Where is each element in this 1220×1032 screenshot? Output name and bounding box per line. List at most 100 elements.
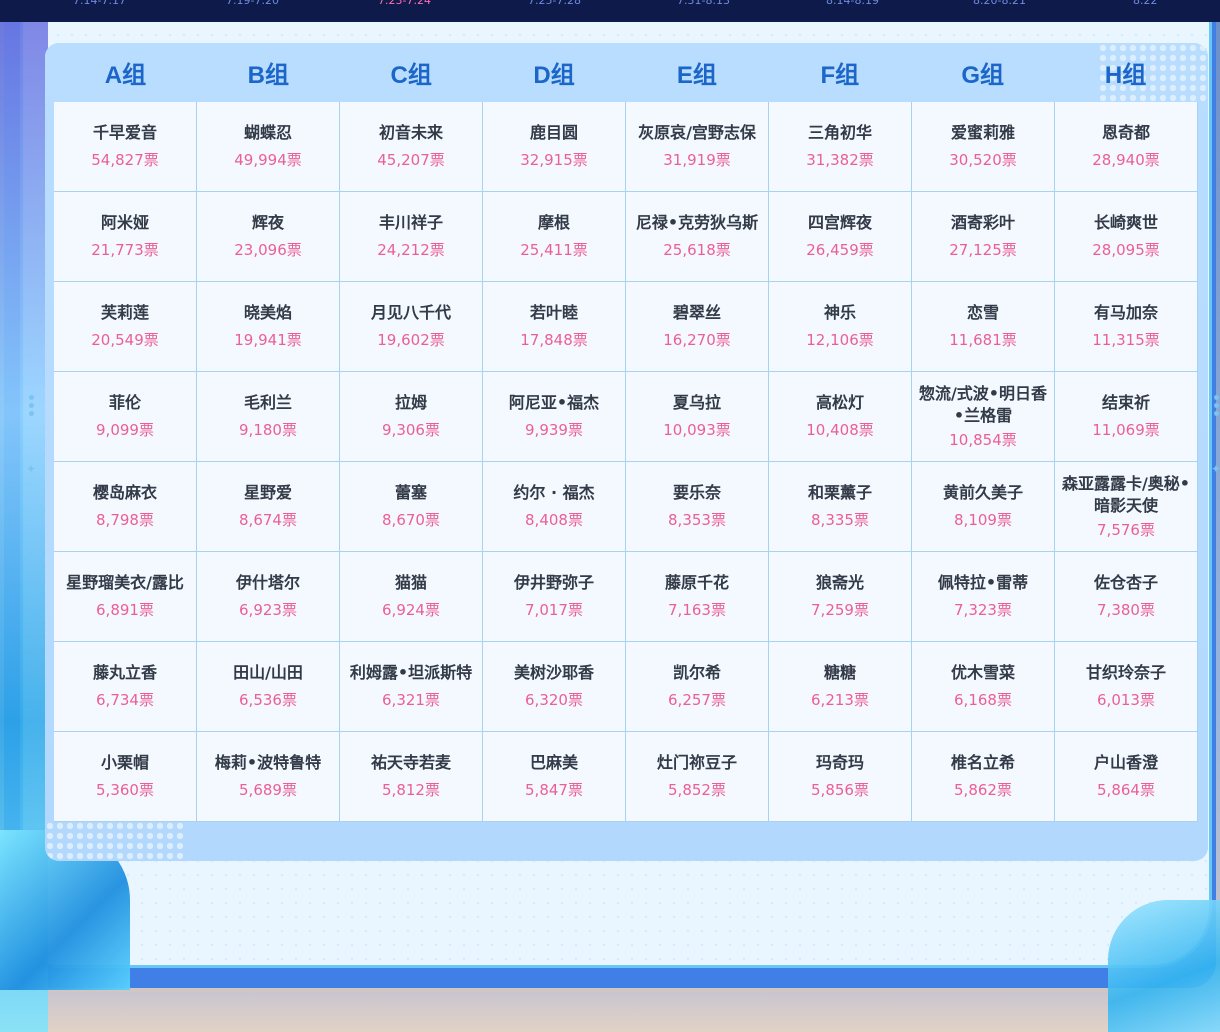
character-vote-grid: 千早爱音 54,827票 蝴蝶忍 49,994票 初音未来 45,207票 鹿目圆 32,91… xyxy=(54,102,1198,822)
character-cell: 酒寄彩叶 27,125票 xyxy=(912,192,1055,282)
character-name: 芙莉莲 xyxy=(100,303,149,322)
decor-dot xyxy=(1214,411,1219,416)
vote-count: 8,798票 xyxy=(96,511,154,529)
character-cell: 玛奇玛 5,856票 xyxy=(769,732,912,822)
character-cell: 拉姆 9,306票 xyxy=(340,372,483,462)
character-cell: 蝴蝶忍 49,994票 xyxy=(197,102,340,192)
character-cell: 小栗帽 5,360票 xyxy=(54,732,197,822)
character-name: 和栗薰子 xyxy=(807,483,872,502)
decor-dot xyxy=(29,403,34,408)
character-cell: 樱岛麻衣 8,798票 xyxy=(54,462,197,552)
character-name: 三角初华 xyxy=(807,123,872,142)
character-name: 月见八千代 xyxy=(370,303,451,322)
vote-count: 10,408票 xyxy=(806,421,874,439)
timeline-date[interactable]: 7.19-7.20 xyxy=(226,0,279,7)
character-name: 猫猫 xyxy=(394,573,427,592)
timeline-date[interactable]: 8.14-8.19 xyxy=(826,0,879,7)
vote-count: 6,168票 xyxy=(954,691,1012,709)
character-cell: 长崎爽世 28,095票 xyxy=(1055,192,1198,282)
decor-dots xyxy=(45,821,185,861)
character-name: 恩奇都 xyxy=(1101,123,1150,142)
vote-count: 10,093票 xyxy=(663,421,731,439)
vote-count: 32,915票 xyxy=(520,151,588,169)
character-name: 鹿目圆 xyxy=(529,123,578,142)
character-cell: 阿米娅 21,773票 xyxy=(54,192,197,282)
decor-dot xyxy=(29,395,34,400)
character-name: 田山/山田 xyxy=(233,663,303,682)
character-name: 伊什塔尔 xyxy=(235,573,300,592)
vote-count: 8,674票 xyxy=(239,511,297,529)
vote-count: 8,353票 xyxy=(668,511,726,529)
character-cell: 结束祈 11,069票 xyxy=(1055,372,1198,462)
character-cell: 初音未来 45,207票 xyxy=(340,102,483,192)
character-name: 椎名立希 xyxy=(950,753,1015,772)
timeline-date[interactable]: 7.25-7.28 xyxy=(528,0,581,7)
character-cell: 爱蜜莉雅 30,520票 xyxy=(912,102,1055,192)
vote-count: 28,095票 xyxy=(1092,241,1160,259)
vote-count: 5,862票 xyxy=(954,781,1012,799)
vote-count: 7,163票 xyxy=(668,601,726,619)
character-cell: 椎名立希 5,862票 xyxy=(912,732,1055,822)
group-header-h: H组 xyxy=(1104,62,1147,89)
character-cell: 森亚露露卡/奥秘•暗影天使 7,576票 xyxy=(1055,462,1198,552)
vote-count: 11,681票 xyxy=(949,331,1017,349)
character-name: 祐天寺若麦 xyxy=(370,753,451,772)
timeline-date[interactable]: 7.31-8.13 xyxy=(677,0,730,7)
vote-count: 7,323票 xyxy=(954,601,1012,619)
character-name: 要乐奈 xyxy=(672,483,721,502)
character-cell: 户山香澄 5,864票 xyxy=(1055,732,1198,822)
character-cell: 神乐 12,106票 xyxy=(769,282,912,372)
timeline-date[interactable]: 7.23-7.24 xyxy=(378,0,431,7)
character-cell: 有马加奈 11,315票 xyxy=(1055,282,1198,372)
timeline-date[interactable]: 8.20-8.21 xyxy=(973,0,1026,7)
character-name: 狼斋光 xyxy=(815,573,864,592)
character-cell: 藤丸立香 6,734票 xyxy=(54,642,197,732)
group-header-row: A组 B组 C组 D组 E组 F组 G组 H组 xyxy=(54,43,1197,102)
vote-count: 19,602票 xyxy=(377,331,445,349)
character-cell: 夏乌拉 10,093票 xyxy=(626,372,769,462)
vote-count: 10,854票 xyxy=(949,430,1017,449)
character-cell: 高松灯 10,408票 xyxy=(769,372,912,462)
decor-dot xyxy=(1214,395,1219,400)
character-name: 丰川祥子 xyxy=(378,213,443,232)
character-cell: 灰原哀/宫野志保 31,919票 xyxy=(626,102,769,192)
vote-count: 5,852票 xyxy=(668,781,726,799)
character-name: 玛奇玛 xyxy=(815,753,864,772)
character-name: 糖糖 xyxy=(823,663,856,682)
vote-count: 28,940票 xyxy=(1092,151,1160,169)
character-cell: 碧翠丝 16,270票 xyxy=(626,282,769,372)
character-name: 佐仓杏子 xyxy=(1093,573,1158,592)
group-header-a: A组 xyxy=(104,62,147,89)
decorative-ribbon-bottom-right xyxy=(1108,900,1220,1032)
character-name: 灶门祢豆子 xyxy=(656,753,737,772)
vote-count: 30,520票 xyxy=(949,151,1017,169)
character-name: 蝴蝶忍 xyxy=(243,123,292,142)
character-name: 碧翠丝 xyxy=(672,303,721,322)
character-cell: 三角初华 31,382票 xyxy=(769,102,912,192)
character-cell: 猫猫 6,924票 xyxy=(340,552,483,642)
group-header-c: C组 xyxy=(390,62,432,89)
character-name: 户山香澄 xyxy=(1093,753,1158,772)
character-cell: 利姆露•坦派斯特 6,321票 xyxy=(340,642,483,732)
character-cell: 丰川祥子 24,212票 xyxy=(340,192,483,282)
character-cell: 星野爱 8,674票 xyxy=(197,462,340,552)
vote-count: 8,670票 xyxy=(382,511,440,529)
character-name: 毛利兰 xyxy=(243,393,292,412)
character-name: 酒寄彩叶 xyxy=(950,213,1015,232)
character-name: 夏乌拉 xyxy=(672,393,721,412)
character-cell: 若叶睦 17,848票 xyxy=(483,282,626,372)
character-name: 结束祈 xyxy=(1101,393,1150,412)
character-name: 黄前久美子 xyxy=(942,483,1023,502)
vote-count: 17,848票 xyxy=(520,331,588,349)
timeline-date[interactable]: 8.22 xyxy=(1133,0,1158,7)
vote-count: 27,125票 xyxy=(949,241,1017,259)
character-name: 四宫辉夜 xyxy=(807,213,872,232)
vote-count: 8,408票 xyxy=(525,511,583,529)
timeline-date[interactable]: 7.14-7.17 xyxy=(73,0,126,7)
character-cell: 恩奇都 28,940票 xyxy=(1055,102,1198,192)
vote-count: 5,856票 xyxy=(811,781,869,799)
character-cell: 千早爱音 54,827票 xyxy=(54,102,197,192)
character-name: 藤原千花 xyxy=(664,573,729,592)
character-name: 樱岛麻衣 xyxy=(92,483,157,502)
character-cell: 四宫辉夜 26,459票 xyxy=(769,192,912,282)
